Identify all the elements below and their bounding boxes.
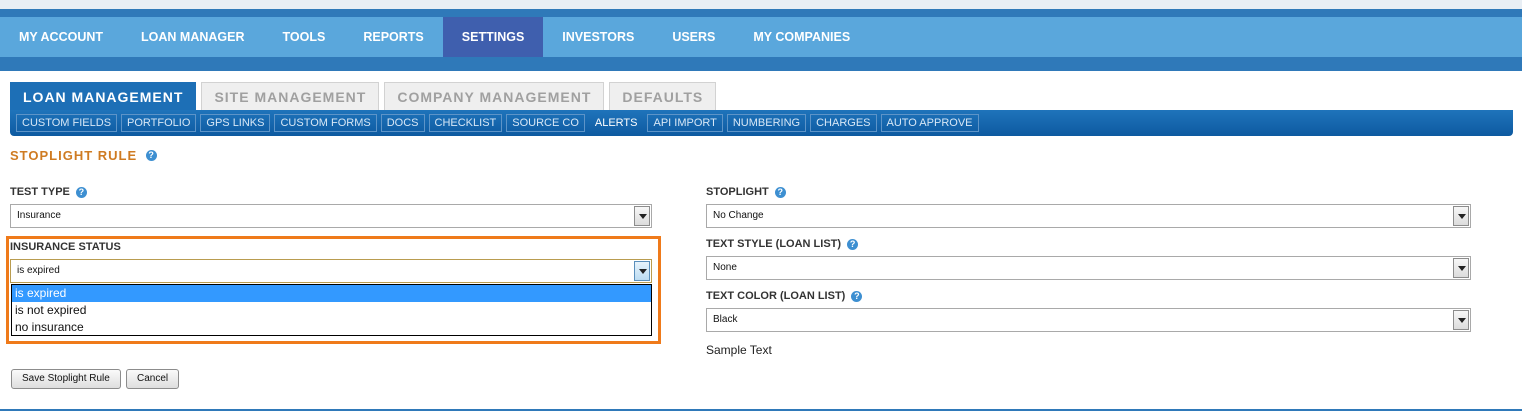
dropdown-option-is-not-expired[interactable]: is not expired xyxy=(12,302,651,319)
test-type-select[interactable]: Insurance xyxy=(10,204,652,228)
nav-under-bar xyxy=(0,57,1522,71)
subnav-custom-forms[interactable]: CUSTOM FORMS xyxy=(274,114,377,132)
stoplight-label-text: STOPLIGHT xyxy=(706,186,769,198)
nav-item-users[interactable]: USERS xyxy=(653,17,734,57)
dropdown-option-is-expired[interactable]: is expired xyxy=(12,285,651,302)
insurance-status-dropdown: is expired is not expired no insurance xyxy=(11,284,652,336)
help-icon[interactable]: ? xyxy=(75,186,87,198)
help-icon[interactable]: ? xyxy=(774,186,786,198)
text-style-value: None xyxy=(713,262,737,273)
stoplight-value: No Change xyxy=(713,210,764,221)
nav-item-reports[interactable]: REPORTS xyxy=(344,17,442,57)
tab-site-management[interactable]: SITE MANAGEMENT xyxy=(201,82,380,110)
subnav-api-import[interactable]: API IMPORT xyxy=(647,114,723,132)
cancel-button[interactable]: Cancel xyxy=(126,369,180,389)
insurance-status-value: is expired xyxy=(17,265,60,276)
text-style-select[interactable]: None xyxy=(706,256,1471,280)
tab-loan-management[interactable]: LOAN MANAGEMENT xyxy=(10,82,197,110)
tab-company-management[interactable]: COMPANY MANAGEMENT xyxy=(384,82,605,110)
subnav-alerts[interactable]: ALERTS xyxy=(589,114,644,132)
text-style-label-text: TEXT STYLE (LOAN LIST) xyxy=(706,238,842,250)
nav-item-loan-manager[interactable]: LOAN MANAGER xyxy=(122,17,263,57)
chevron-down-icon[interactable] xyxy=(1453,206,1469,226)
text-color-select[interactable]: Black xyxy=(706,308,1471,332)
page-title: STOPLIGHT RULE ? xyxy=(10,148,158,163)
subnav-portfolio[interactable]: PORTFOLIO xyxy=(121,114,197,132)
chevron-down-icon[interactable] xyxy=(1453,310,1469,330)
test-type-label: TEST TYPE ? xyxy=(10,186,87,198)
help-icon[interactable]: ? xyxy=(851,290,863,302)
subnav-auto-approve[interactable]: AUTO APPROVE xyxy=(880,114,979,132)
nav-item-tools[interactable]: TOOLS xyxy=(264,17,345,57)
text-style-label: TEXT STYLE (LOAN LIST) ? xyxy=(706,238,859,250)
top-strip xyxy=(0,0,1522,9)
subnav-charges[interactable]: CHARGES xyxy=(810,114,877,132)
subnav-source-co[interactable]: SOURCE CO xyxy=(506,114,585,132)
help-icon[interactable]: ? xyxy=(146,150,158,161)
chevron-down-icon[interactable] xyxy=(1453,258,1469,278)
subnav-docs[interactable]: DOCS xyxy=(380,114,425,132)
dropdown-option-no-insurance[interactable]: no insurance xyxy=(12,319,651,336)
subnav-custom-fields[interactable]: CUSTOM FIELDS xyxy=(16,114,118,132)
nav-item-investors[interactable]: INVESTORS xyxy=(543,17,653,57)
top-accent-bar xyxy=(0,9,1522,17)
chevron-down-icon[interactable] xyxy=(634,261,650,281)
subnav-numbering[interactable]: NUMBERING xyxy=(726,114,807,132)
test-type-label-text: TEST TYPE xyxy=(10,186,70,198)
nav-item-my-account[interactable]: MY ACCOUNT xyxy=(0,17,122,57)
nav-item-my-companies[interactable]: MY COMPANIES xyxy=(734,17,869,57)
page-title-text: STOPLIGHT RULE xyxy=(10,148,138,163)
text-color-label-text: TEXT COLOR (LOAN LIST) xyxy=(706,290,846,302)
insurance-status-label-text: INSURANCE STATUS xyxy=(10,241,121,253)
settings-tabs: LOAN MANAGEMENT SITE MANAGEMENT COMPANY … xyxy=(10,82,721,110)
stoplight-label: STOPLIGHT ? xyxy=(706,186,786,198)
sample-text: Sample Text xyxy=(706,343,772,357)
insurance-status-label: INSURANCE STATUS xyxy=(10,241,121,253)
text-color-value: Black xyxy=(713,314,738,325)
help-icon[interactable]: ? xyxy=(847,238,859,250)
subnav-gps-links[interactable]: GPS LINKS xyxy=(200,114,271,132)
sub-nav: CUSTOM FIELDS PORTFOLIO GPS LINKS CUSTOM… xyxy=(10,110,1513,136)
subnav-checklist[interactable]: CHECKLIST xyxy=(428,114,503,132)
tab-defaults[interactable]: DEFAULTS xyxy=(609,82,717,110)
insurance-status-select[interactable]: is expired xyxy=(10,259,652,283)
text-color-label: TEXT COLOR (LOAN LIST) ? xyxy=(706,290,863,302)
main-nav: MY ACCOUNT LOAN MANAGER TOOLS REPORTS SE… xyxy=(0,17,1522,57)
nav-item-settings[interactable]: SETTINGS xyxy=(442,17,544,57)
test-type-value: Insurance xyxy=(17,210,61,221)
chevron-down-icon[interactable] xyxy=(634,206,650,226)
stoplight-select[interactable]: No Change xyxy=(706,204,1471,228)
save-stoplight-rule-button[interactable]: Save Stoplight Rule xyxy=(11,369,121,389)
